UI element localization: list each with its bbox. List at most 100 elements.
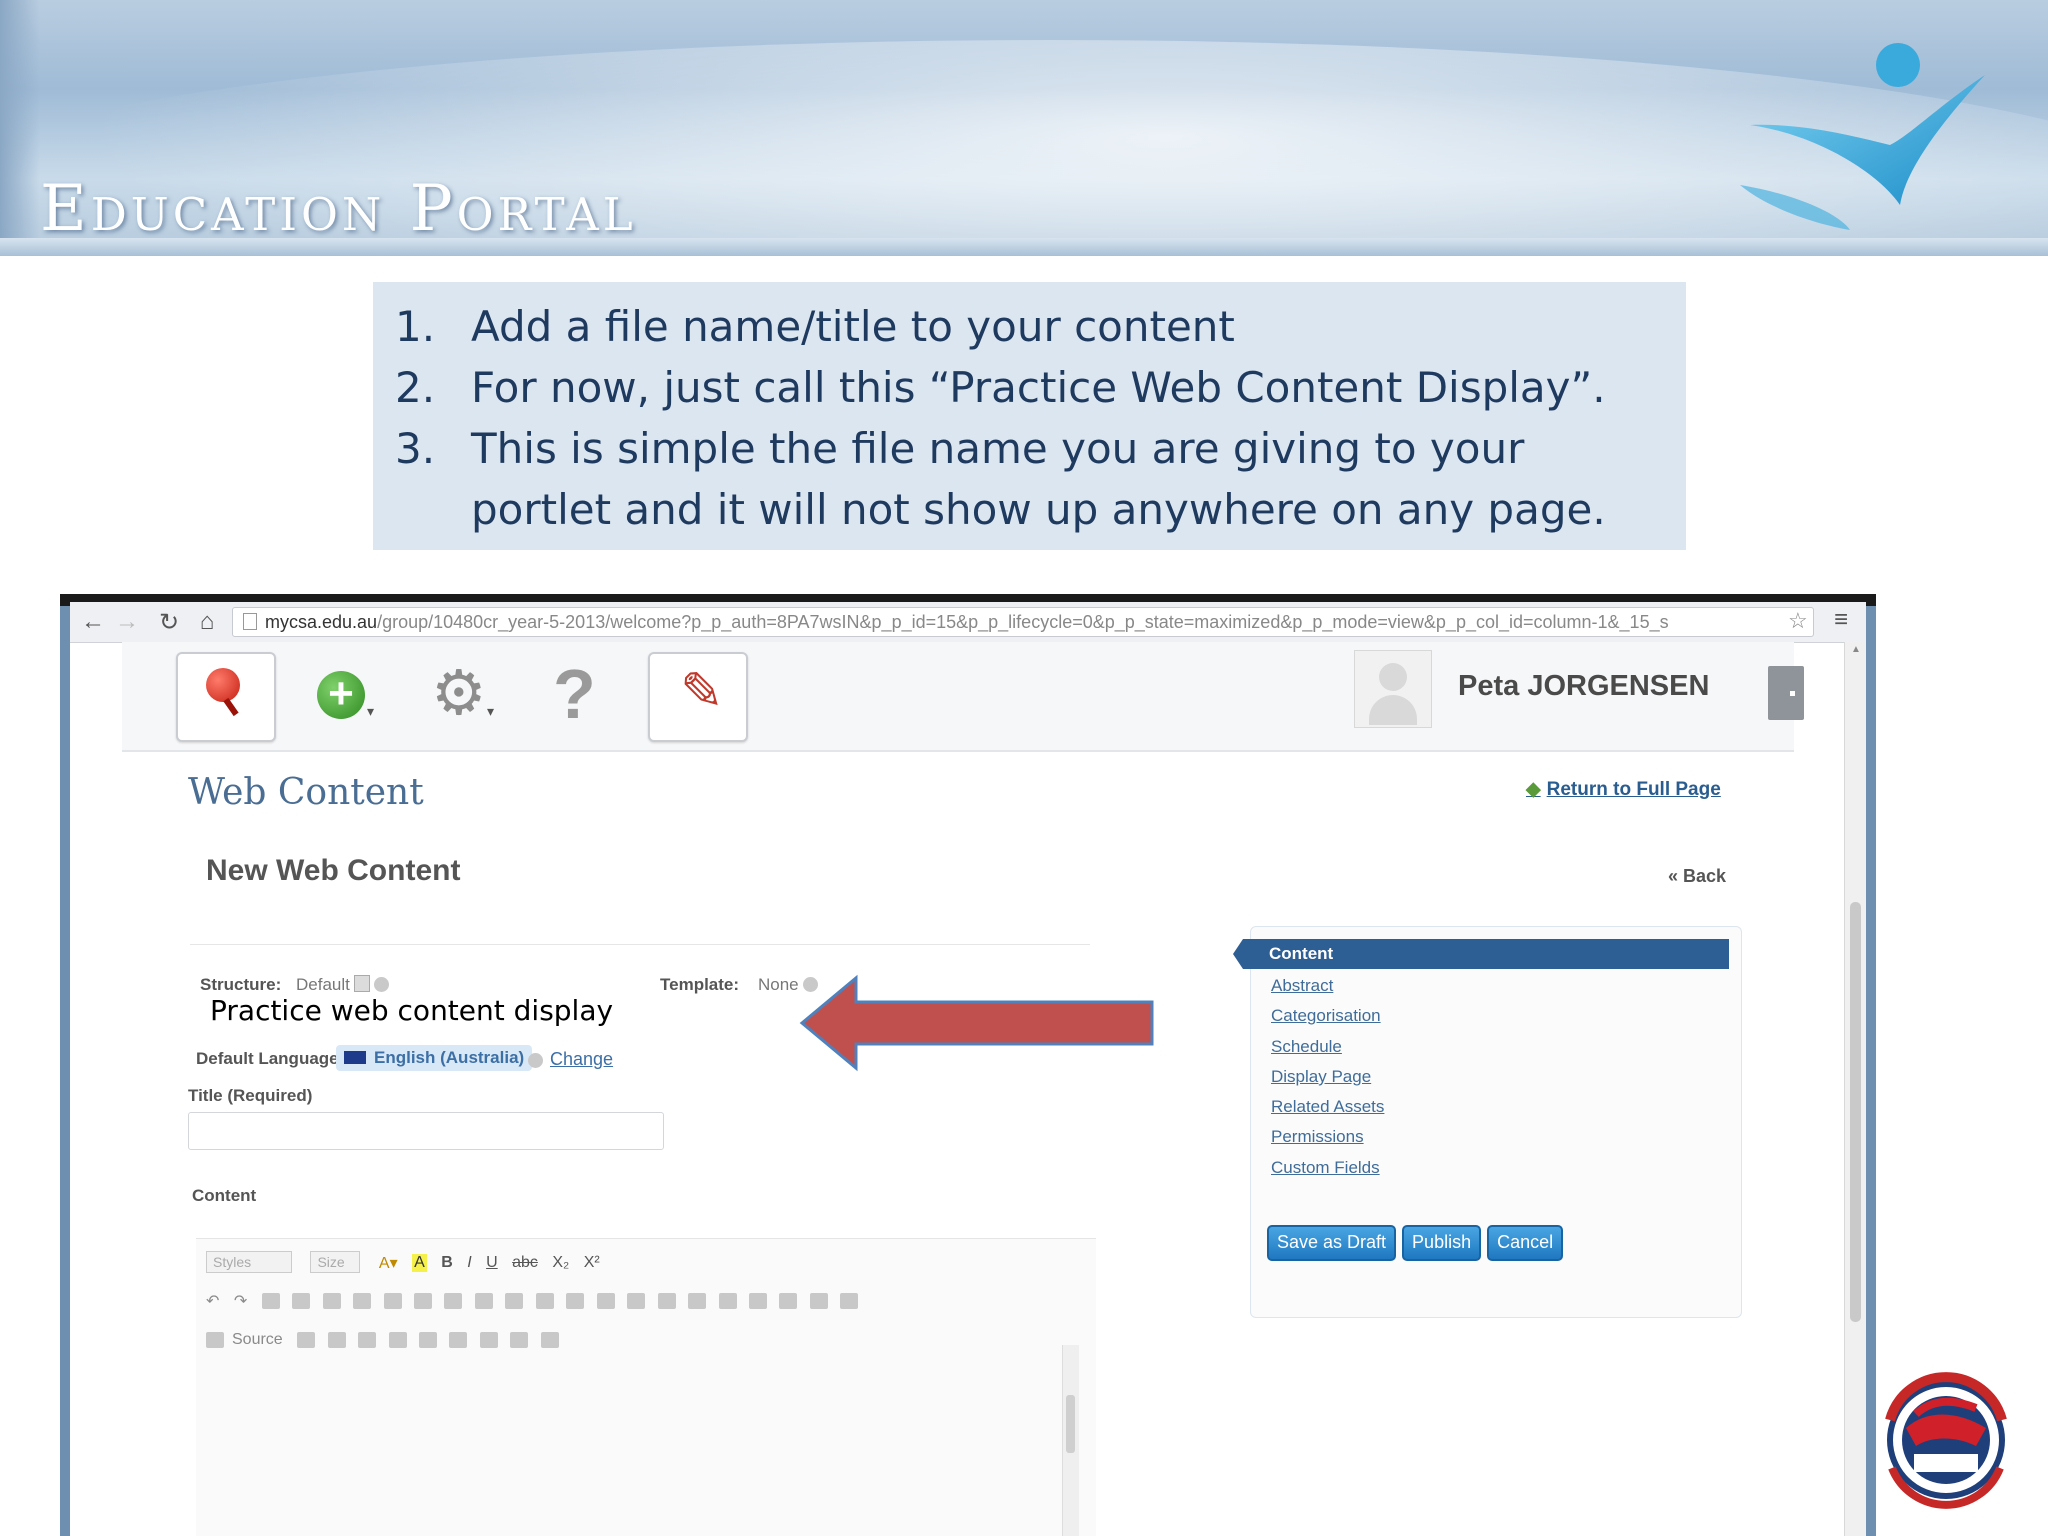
add-button[interactable]: + ▾	[294, 652, 392, 740]
browser-window: ← → ↻ ⌂ mycsa.edu.au/group/10480cr_year-…	[70, 602, 1866, 1536]
language-chip: English (Australia)	[336, 1045, 533, 1071]
smiley-icon[interactable]	[510, 1332, 529, 1348]
back-link[interactable]: « Back	[1668, 866, 1726, 887]
cut-icon[interactable]	[261, 1293, 280, 1309]
content-sidebar: Content Abstract Categorisation Schedule…	[1233, 926, 1742, 1318]
remove-format-icon[interactable]	[444, 1293, 463, 1309]
home-icon[interactable]: ⌂	[194, 608, 220, 636]
instruction-number: 3.	[395, 424, 436, 473]
help-button[interactable]: ?	[532, 652, 630, 740]
italic-icon[interactable]: I	[467, 1254, 471, 1272]
copy-icon[interactable]	[292, 1293, 311, 1309]
change-language-link[interactable]: Change	[550, 1049, 613, 1070]
return-to-full-page-link[interactable]: ◆ Return to Full Page	[1526, 778, 1721, 801]
structure-select-icon[interactable]	[353, 975, 370, 992]
sidebar-item-display-page[interactable]: Display Page	[1271, 1062, 1384, 1092]
scayt-icon[interactable]	[566, 1293, 585, 1309]
user-name[interactable]: Peta JORGENSEN	[1458, 670, 1709, 703]
source-label: Source	[232, 1331, 283, 1348]
structure-info-icon[interactable]	[373, 977, 389, 992]
editor-scrollbar[interactable]	[1062, 1345, 1079, 1536]
publish-button[interactable]: Publish	[1402, 1225, 1482, 1261]
editor-scroll-thumb[interactable]	[1066, 1395, 1075, 1453]
reload-icon[interactable]: ↻	[156, 608, 182, 637]
special-char-icon[interactable]	[540, 1332, 559, 1348]
size-select[interactable]: Size	[310, 1251, 361, 1273]
menu-icon[interactable]: ≡	[1834, 606, 1848, 634]
globe-icon	[528, 1053, 543, 1068]
avatar[interactable]	[1354, 650, 1432, 728]
sidebar-item-categorisation[interactable]: Categorisation	[1271, 1001, 1384, 1031]
align-center-icon[interactable]	[779, 1293, 798, 1309]
sidebar-item-content[interactable]: Content	[1233, 939, 1729, 969]
bold-icon[interactable]: B	[441, 1254, 453, 1272]
dockbar: + ▾ ⚙ ▾ ? ✎ Peta JORGENSEN	[122, 642, 1804, 752]
link-icon[interactable]	[297, 1332, 316, 1348]
bookmark-star-icon[interactable]: ☆	[1788, 608, 1808, 634]
paste-icon[interactable]	[322, 1293, 341, 1309]
replace-icon[interactable]	[505, 1293, 524, 1309]
scroll-up-icon[interactable]: ▲	[1851, 644, 1861, 655]
sidebar-links: Abstract Categorisation Schedule Display…	[1271, 971, 1384, 1183]
template-label: Template:	[660, 975, 740, 994]
superscript-icon[interactable]: X²	[584, 1254, 600, 1272]
browser-screenshot: ← → ↻ ⌂ mycsa.edu.au/group/10480cr_year-…	[60, 594, 1876, 1536]
page-scroll-thumb[interactable]	[1850, 902, 1861, 1322]
subscript-icon[interactable]: X₂	[552, 1254, 569, 1272]
table-icon[interactable]	[449, 1332, 468, 1348]
manage-button[interactable]: ⚙ ▾	[412, 652, 510, 740]
blockquote-icon[interactable]	[718, 1293, 737, 1309]
image-icon[interactable]	[388, 1332, 407, 1348]
paste-text-icon[interactable]	[353, 1293, 372, 1309]
instruction-item: 1. Add a file name/title to your content	[373, 296, 1686, 357]
redo-icon[interactable]: ↷	[234, 1291, 247, 1311]
background-color-icon[interactable]: A	[412, 1253, 427, 1272]
address-bar[interactable]: mycsa.edu.au/group/10480cr_year-5-2013/w…	[232, 607, 1814, 637]
numbered-list-icon[interactable]	[596, 1293, 615, 1309]
source-button[interactable]: Source	[206, 1331, 283, 1349]
college-crest-icon	[1885, 1372, 2007, 1509]
bulleted-list-icon[interactable]	[627, 1293, 646, 1309]
cancel-button[interactable]: Cancel	[1487, 1225, 1564, 1261]
unlink-icon[interactable]	[327, 1332, 346, 1348]
web-content-portlet: Web Content ◆ Return to Full Page New Web…	[174, 750, 1754, 1536]
select-all-icon[interactable]	[413, 1293, 432, 1309]
structure-value-text: Default	[296, 975, 350, 994]
horizontal-rule-icon[interactable]	[479, 1332, 498, 1348]
sidebar-item-custom-fields[interactable]: Custom Fields	[1271, 1153, 1384, 1183]
spellcheck-icon[interactable]	[535, 1293, 554, 1309]
structure-value: Default	[296, 975, 389, 995]
gear-icon: ⚙	[431, 659, 487, 728]
outdent-icon[interactable]	[657, 1293, 676, 1309]
sidebar-item-schedule[interactable]: Schedule	[1271, 1032, 1384, 1062]
sign-out-icon[interactable]	[1768, 666, 1804, 720]
pin-button[interactable]	[176, 652, 276, 742]
sidebar-item-permissions[interactable]: Permissions	[1271, 1122, 1384, 1152]
align-right-icon[interactable]	[809, 1293, 828, 1309]
save-as-draft-button[interactable]: Save as Draft	[1267, 1225, 1397, 1261]
editor-toolbar-row-1: Styles Size A▾ A B I U abc X₂ X²	[206, 1251, 610, 1279]
text-color-icon[interactable]: A▾	[379, 1253, 398, 1273]
chevron-down-icon: ▾	[367, 703, 375, 719]
align-justify-icon[interactable]	[840, 1293, 859, 1309]
sidebar-item-abstract[interactable]: Abstract	[1271, 971, 1384, 1001]
title-input[interactable]	[188, 1112, 664, 1150]
align-left-icon[interactable]	[748, 1293, 767, 1309]
instructions-list: 1. Add a file name/title to your content …	[373, 282, 1686, 540]
url-path: /group/10480cr_year-5-2013/welcome?p_p_a…	[377, 612, 1669, 632]
paste-word-icon[interactable]	[383, 1293, 402, 1309]
styles-select[interactable]: Styles	[206, 1251, 292, 1273]
pin-icon	[206, 668, 240, 702]
page-scrollbar[interactable]: ▲	[1844, 642, 1866, 1536]
undo-icon[interactable]: ↶	[206, 1291, 219, 1311]
back-arrow-icon[interactable]: ←	[80, 608, 106, 636]
strikethrough-icon[interactable]: abc	[512, 1254, 538, 1272]
sidebar-item-related-assets[interactable]: Related Assets	[1271, 1092, 1384, 1122]
indent-icon[interactable]	[688, 1293, 707, 1309]
forward-arrow-icon[interactable]: →	[114, 608, 140, 636]
anchor-icon[interactable]	[358, 1332, 377, 1348]
flash-icon[interactable]	[418, 1332, 437, 1348]
edit-controls-button[interactable]: ✎	[648, 652, 748, 742]
find-icon[interactable]	[474, 1293, 493, 1309]
underline-icon[interactable]: U	[486, 1254, 498, 1272]
